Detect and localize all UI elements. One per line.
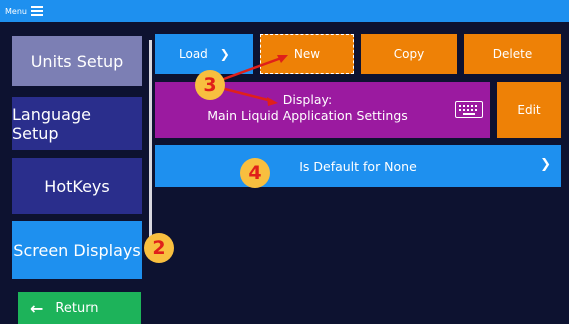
new-label: New xyxy=(293,47,321,61)
new-button[interactable]: New xyxy=(260,34,354,74)
chevron-down-icon: ❯ xyxy=(540,157,551,172)
menu-label[interactable]: Menu xyxy=(5,7,27,16)
delete-label: Delete xyxy=(492,47,533,61)
delete-button[interactable]: Delete xyxy=(464,34,561,74)
left-arrow-icon: ← xyxy=(30,298,44,318)
annotation-badge-4: 4 xyxy=(240,158,270,188)
annotation-badge-3: 3 xyxy=(195,70,225,100)
hamburger-menu-icon[interactable] xyxy=(30,6,43,16)
edit-button[interactable]: Edit xyxy=(497,82,561,138)
return-button[interactable]: ← Return xyxy=(18,292,141,324)
sidebar-item-language-setup[interactable]: Language Setup xyxy=(12,97,142,150)
default-for-dropdown[interactable]: Is Default for None ❯ xyxy=(155,145,561,187)
sidebar-item-label: HotKeys xyxy=(44,176,110,196)
copy-button[interactable]: Copy xyxy=(361,34,457,74)
edit-label: Edit xyxy=(517,103,541,117)
annotation-badge-2: 2 xyxy=(144,233,174,263)
return-label: Return xyxy=(55,300,99,316)
sidebar-item-label: Screen Displays xyxy=(13,240,141,260)
copy-label: Copy xyxy=(393,47,425,61)
display-title: Main Liquid Application Settings xyxy=(207,108,408,123)
sidebar-item-hotkeys[interactable]: HotKeys xyxy=(12,158,142,214)
sidebar-item-label: Units Setup xyxy=(30,51,124,71)
chevron-down-icon: ❯ xyxy=(219,47,230,61)
load-label: Load xyxy=(179,47,208,61)
default-for-value: Is Default for None xyxy=(299,158,417,174)
top-bar: Menu xyxy=(0,0,569,22)
sidebar: Units Setup Language Setup HotKeys Scree… xyxy=(0,22,150,324)
sidebar-item-screen-displays[interactable]: Screen Displays xyxy=(12,221,142,279)
keyboard-icon[interactable] xyxy=(455,101,483,118)
sidebar-item-units-setup[interactable]: Units Setup xyxy=(12,36,142,86)
load-dropdown[interactable]: Load ❯ xyxy=(155,34,253,74)
sidebar-scrollbar[interactable] xyxy=(149,40,152,255)
sidebar-item-label: Language Setup xyxy=(12,104,91,143)
